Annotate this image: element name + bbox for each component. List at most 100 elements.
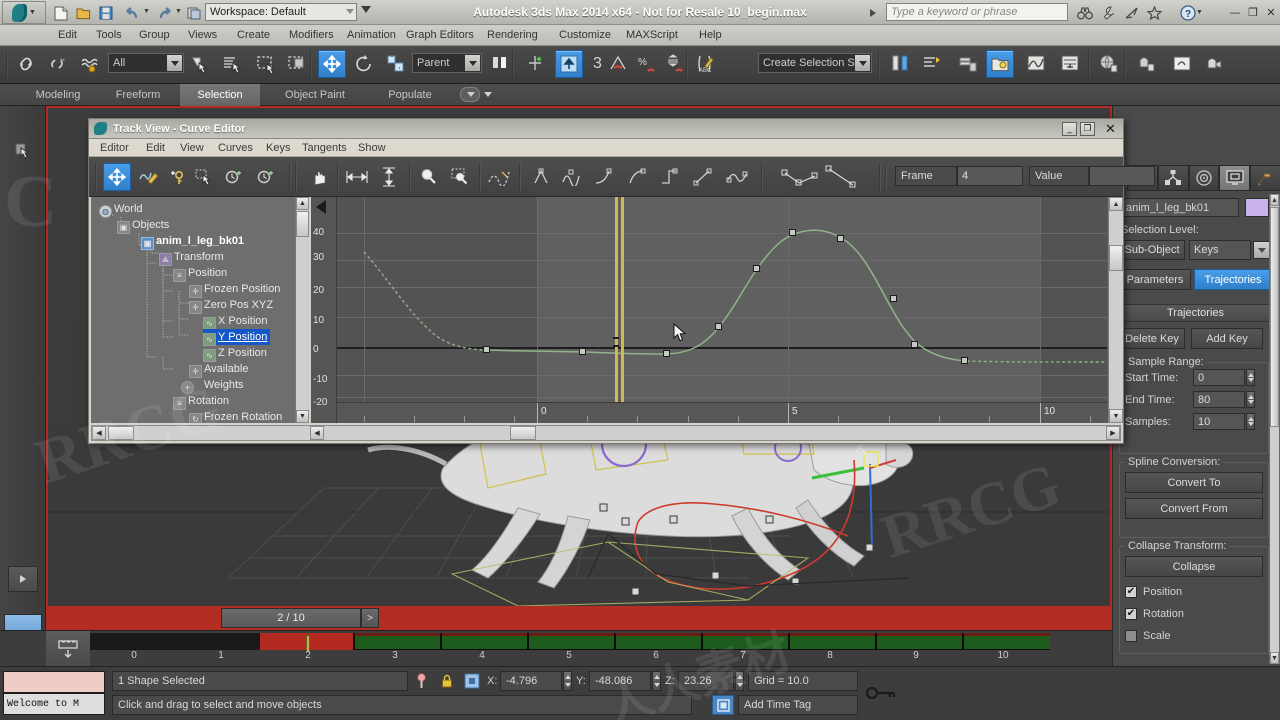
maxscript-mini-listener-output[interactable]: [3, 671, 105, 693]
menu-modifiers[interactable]: Modifiers: [283, 25, 340, 46]
command-panel-scrollbar[interactable]: ▲ ▼: [1269, 194, 1280, 664]
object-name-field[interactable]: anim_l_leg_bk01: [1121, 198, 1239, 217]
menu-rendering[interactable]: Rendering: [481, 25, 544, 46]
tv-menu-keys[interactable]: Keys: [261, 139, 295, 157]
search-expand-arrow-icon[interactable]: [870, 9, 876, 17]
key-point[interactable]: [961, 357, 968, 364]
command-panel-scroll-thumb[interactable]: [1270, 207, 1279, 427]
wrench-icon[interactable]: [1098, 4, 1118, 22]
menu-tools[interactable]: Tools: [90, 25, 128, 46]
set-project-folder-icon[interactable]: [185, 4, 203, 22]
window-crossing-toggle-icon[interactable]: [283, 50, 311, 78]
trajectories-rollup-header[interactable]: Trajectories: [1119, 304, 1272, 322]
percent-snap-toggle-icon[interactable]: %: [632, 50, 660, 78]
samples-field[interactable]: 10: [1193, 413, 1245, 430]
menu-help[interactable]: Help: [693, 25, 728, 46]
scroll-down-icon[interactable]: ▼: [296, 410, 309, 423]
tv-menu-curves[interactable]: Curves: [213, 139, 258, 157]
time-slider-next-button[interactable]: >: [361, 608, 379, 628]
layer-manager-icon[interactable]: [954, 50, 982, 78]
schematic-view-icon[interactable]: [1056, 50, 1084, 78]
ribbon-tab-modeling[interactable]: Modeling: [18, 84, 98, 106]
select-and-link-icon[interactable]: [12, 50, 40, 78]
ribbon-options-arrow-icon[interactable]: [484, 92, 492, 97]
redo-dropdown-icon[interactable]: ▼: [175, 8, 182, 15]
pan-icon[interactable]: [305, 163, 333, 191]
curve-plot-area[interactable]: [337, 197, 1107, 402]
key-point[interactable]: [911, 341, 918, 348]
time-slider-handle[interactable]: 2 / 10: [221, 608, 361, 628]
end-time-field[interactable]: 80: [1193, 391, 1245, 408]
undo-dropdown-icon[interactable]: ▼: [143, 8, 150, 15]
rectangular-selection-region-icon[interactable]: [252, 50, 280, 78]
end-time-spinner[interactable]: [1246, 391, 1255, 408]
track-view-maximize-button[interactable]: ❐: [1080, 122, 1095, 136]
tree-node-z-position[interactable]: ∿ Z Position: [203, 345, 267, 362]
tree-node-objects[interactable]: ▣ Objects: [117, 217, 169, 234]
tree-hscroll-thumb[interactable]: [108, 426, 134, 440]
ribbon-minimize-icon[interactable]: [460, 87, 480, 102]
set-tangents-fast-icon[interactable]: [589, 163, 617, 191]
undo-icon[interactable]: [123, 4, 141, 22]
tree-scroll-thumb[interactable]: [296, 211, 309, 237]
absolute-relative-mode-icon[interactable]: [462, 671, 482, 691]
move-keys-icon[interactable]: [103, 163, 131, 191]
tv-menu-tangents[interactable]: Tangents: [297, 139, 352, 157]
menu-group[interactable]: Group: [133, 25, 176, 46]
left-playback-arrow-icon[interactable]: [8, 566, 38, 592]
time-tag-icon[interactable]: [712, 695, 734, 715]
render-production-icon[interactable]: [1200, 50, 1228, 78]
y-coord-spinner[interactable]: [652, 671, 661, 691]
scroll-left-icon[interactable]: ◀: [92, 426, 106, 440]
mirror-icon[interactable]: [886, 50, 914, 78]
help-icon[interactable]: ?: [1178, 4, 1198, 22]
chevron-down-icon[interactable]: [167, 55, 182, 71]
rendered-frame-window-icon[interactable]: [1168, 50, 1196, 78]
current-time-marker-2[interactable]: [621, 197, 624, 402]
time-axis[interactable]: 0 5 10: [337, 402, 1107, 423]
sub-object-button[interactable]: Sub-Object: [1119, 240, 1185, 260]
modify-tab[interactable]: [1157, 165, 1189, 191]
slide-keys-icon[interactable]: [219, 163, 247, 191]
time-slider-bar[interactable]: < 2 / 10 >: [46, 606, 1112, 630]
rotation-checkbox[interactable]: ✔: [1125, 608, 1137, 620]
tv-menu-show[interactable]: Show: [353, 139, 391, 157]
key-point[interactable]: [789, 229, 796, 236]
sub-object-level-dropdown[interactable]: Keys: [1189, 240, 1251, 260]
tree-node-frozen-position[interactable]: ✛ Frozen Position: [189, 281, 280, 298]
hierarchy-tab[interactable]: [1188, 165, 1220, 191]
new-file-icon[interactable]: [52, 4, 70, 22]
ribbon-tab-object-paint[interactable]: Object Paint: [272, 84, 358, 106]
scroll-left-icon-2[interactable]: ◀: [310, 426, 324, 440]
angle-snap-toggle-icon[interactable]: [604, 50, 632, 78]
set-tangents-auto-icon[interactable]: [527, 163, 555, 191]
binoculars-icon[interactable]: [1075, 4, 1095, 22]
add-key-button[interactable]: Add Key: [1191, 328, 1263, 349]
save-file-icon[interactable]: [97, 4, 115, 22]
reference-coordinate-system-dropdown[interactable]: Parent: [412, 53, 482, 73]
search-input[interactable]: Type a keyword or phrase: [886, 3, 1068, 21]
convert-from-button[interactable]: Convert From: [1125, 498, 1263, 519]
key-point[interactable]: [837, 235, 844, 242]
menu-edit[interactable]: Edit: [52, 25, 83, 46]
trajectories-button[interactable]: Trajectories: [1194, 269, 1272, 290]
function-curve-graph[interactable]: 40 30 20 10 0 -10 -20 0 5 10 ▲ ▼: [311, 197, 1123, 423]
set-tangents-linear-icon[interactable]: [689, 163, 717, 191]
parameters-button[interactable]: Parameters: [1119, 269, 1191, 290]
scroll-up-icon[interactable]: ▲: [1270, 194, 1279, 206]
key-point[interactable]: [890, 295, 897, 302]
maxscript-mini-listener-input[interactable]: Welcome to M: [3, 693, 105, 715]
current-time-marker[interactable]: [615, 197, 618, 402]
utilities-tab[interactable]: [1250, 165, 1280, 191]
collapse-arrow-icon[interactable]: [316, 200, 326, 214]
menu-create[interactable]: Create: [231, 25, 276, 46]
scroll-up-icon[interactable]: ▲: [296, 197, 309, 210]
minimize-button[interactable]: —: [1228, 5, 1242, 19]
menu-views[interactable]: Views: [182, 25, 223, 46]
x-coord-spinner[interactable]: [563, 671, 572, 691]
help-dropdown-icon[interactable]: ▼: [1196, 9, 1203, 16]
value-value-field[interactable]: [1089, 166, 1155, 186]
tree-node-zero-pos-xyz[interactable]: ✛ Zero Pos XYZ: [189, 297, 273, 314]
tv-menu-editor[interactable]: Editor: [95, 139, 134, 157]
tree-node-position[interactable]: ≡ Position: [173, 265, 227, 282]
